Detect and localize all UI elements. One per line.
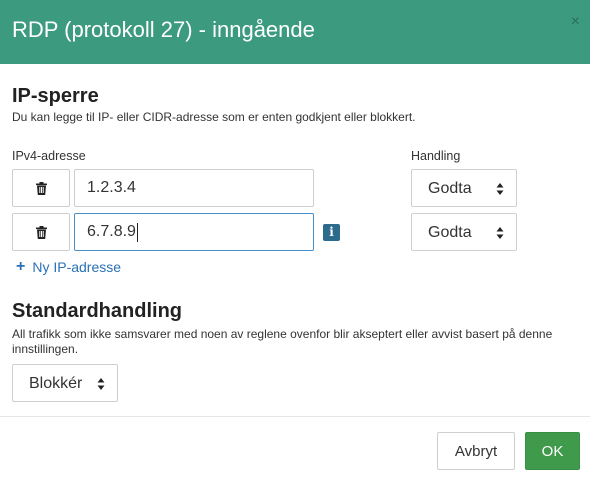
delete-row-button[interactable] xyxy=(12,213,70,251)
text-caret xyxy=(137,223,138,242)
ip-address-input[interactable] xyxy=(74,213,314,251)
dialog-header: RDP (protokoll 27) - inngående × xyxy=(0,0,590,64)
ok-button[interactable]: OK xyxy=(525,432,580,470)
action-select-value: Godta xyxy=(428,224,472,241)
trash-icon xyxy=(35,225,47,239)
sort-arrows-icon xyxy=(496,227,504,239)
trash-icon xyxy=(35,181,47,195)
cancel-button[interactable]: Avbryt xyxy=(437,432,515,470)
action-select[interactable]: Godta xyxy=(411,213,517,251)
action-label: Handling xyxy=(411,149,461,163)
action-select-value: Godta xyxy=(428,180,472,197)
ipv4-address-label: IPv4-adresse xyxy=(12,149,86,163)
info-icon[interactable]: i xyxy=(323,224,340,241)
ip-address-input[interactable] xyxy=(74,169,314,207)
sort-arrows-icon xyxy=(97,378,105,390)
default-action-description: All trafikk som ikke samsvarer med noen … xyxy=(12,327,553,356)
default-action-value: Blokkér xyxy=(29,375,83,392)
default-action-select[interactable]: Blokkér xyxy=(12,364,118,402)
add-ip-address-link[interactable]: + Ny IP-adresse xyxy=(16,258,122,276)
default-action-heading: Standardhandling xyxy=(12,300,182,322)
ip-block-description: Du kan legge til IP- eller CIDR-adresse … xyxy=(12,110,416,124)
dialog-title: RDP (protokoll 27) - inngående xyxy=(12,17,315,42)
action-select[interactable]: Godta xyxy=(411,169,517,207)
delete-row-button[interactable] xyxy=(12,169,70,207)
close-icon[interactable]: × xyxy=(571,14,580,30)
add-ip-address-label: Ny IP-adresse xyxy=(32,259,122,275)
plus-icon: + xyxy=(16,258,26,275)
sort-arrows-icon xyxy=(496,183,504,195)
ip-block-heading: IP-sperre xyxy=(12,85,99,107)
footer-divider xyxy=(0,416,590,417)
